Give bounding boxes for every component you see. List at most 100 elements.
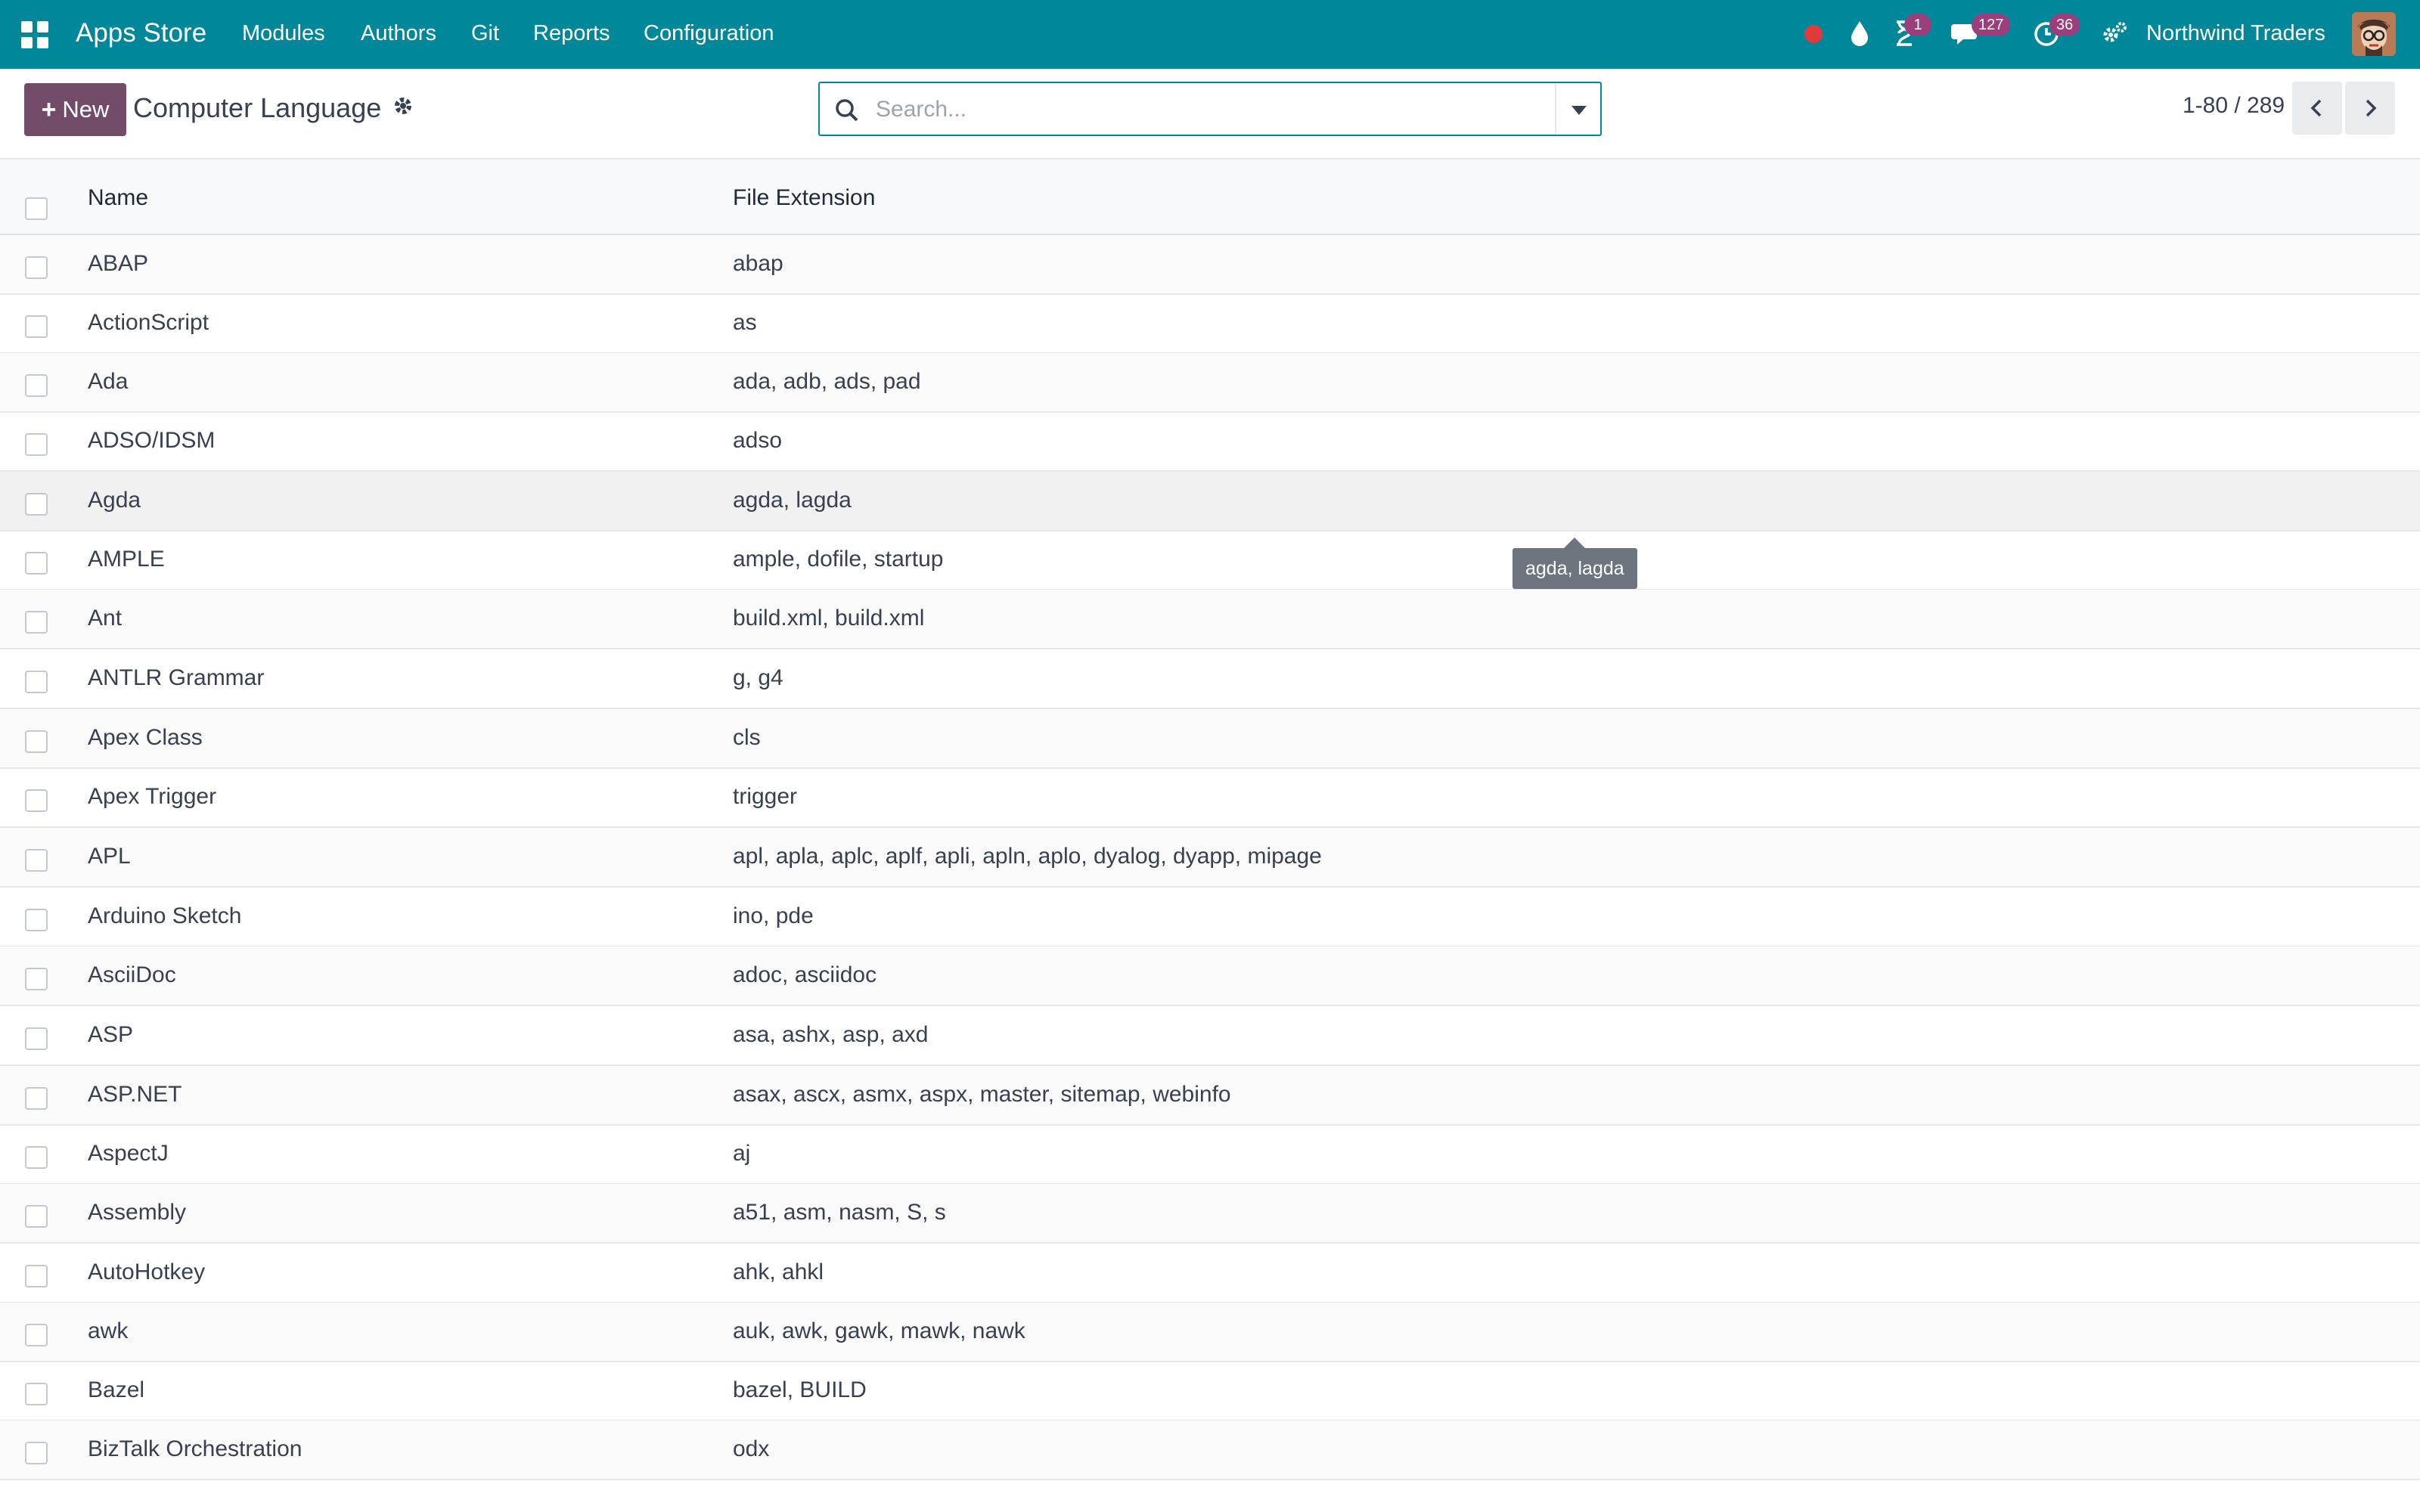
table-row[interactable]: ASP.NET asax, ascx, asmx, aspx, master, s… <box>0 1066 2420 1126</box>
gear-icon[interactable] <box>392 94 414 117</box>
menu-reports[interactable]: Reports <box>533 21 610 46</box>
cell-file-extension[interactable]: adso <box>733 428 782 454</box>
cell-name[interactable]: AsciiDoc <box>88 962 176 988</box>
table-row[interactable]: Ant build.xml, build.xml <box>0 590 2420 649</box>
row-checkbox[interactable] <box>25 849 48 872</box>
row-checkbox[interactable] <box>25 433 48 456</box>
cell-file-extension[interactable]: ada, adb, ads, pad <box>733 369 921 395</box>
cell-file-extension[interactable]: abap <box>733 251 783 277</box>
pager-previous-button[interactable] <box>2292 82 2342 135</box>
table-row[interactable]: Apex Trigger trigger <box>0 768 2420 828</box>
column-header-name[interactable]: Name <box>88 185 148 211</box>
menu-modules[interactable]: Modules <box>242 21 325 46</box>
settings-icon[interactable] <box>2100 18 2130 48</box>
table-row[interactable]: ASP asa, ashx, asp, axd <box>0 1006 2420 1066</box>
cell-name[interactable]: Ant <box>88 606 122 631</box>
cell-name[interactable]: Arduino Sketch <box>88 903 241 929</box>
cell-file-extension[interactable]: asa, ashx, asp, axd <box>733 1022 929 1048</box>
table-row[interactable]: AsciiDoc adoc, asciidoc <box>0 947 2420 1006</box>
pager-next-button[interactable] <box>2345 82 2395 135</box>
row-checkbox[interactable] <box>25 1027 48 1050</box>
table-row[interactable]: AMPLE ample, dofile, startup <box>0 531 2420 590</box>
row-checkbox[interactable] <box>25 552 48 575</box>
cell-name[interactable]: Assembly <box>88 1200 186 1225</box>
cell-name[interactable]: BizTalk Orchestration <box>88 1436 302 1462</box>
table-row[interactable]: Assembly a51, asm, nasm, S, s <box>0 1184 2420 1244</box>
cell-file-extension[interactable]: odx <box>733 1436 769 1462</box>
select-all-checkbox[interactable] <box>25 197 48 220</box>
cell-name[interactable]: Apex Trigger <box>88 784 216 810</box>
cell-file-extension[interactable]: adoc, asciidoc <box>733 962 876 988</box>
cell-file-extension[interactable]: bazel, BUILD <box>733 1377 867 1403</box>
row-checkbox[interactable] <box>25 493 48 516</box>
row-checkbox[interactable] <box>25 315 48 338</box>
row-checkbox[interactable] <box>25 968 48 990</box>
company-name[interactable]: Northwind Traders <box>2146 21 2325 46</box>
menu-git[interactable]: Git <box>471 21 499 46</box>
cell-file-extension[interactable]: ino, pde <box>733 903 814 929</box>
table-row[interactable]: ADSO/IDSM adso <box>0 412 2420 472</box>
cell-file-extension[interactable]: cls <box>733 725 761 751</box>
row-checkbox[interactable] <box>25 1205 48 1228</box>
cell-file-extension[interactable]: g, g4 <box>733 665 783 691</box>
row-checkbox[interactable] <box>25 1265 48 1287</box>
row-checkbox[interactable] <box>25 611 48 634</box>
cell-file-extension[interactable]: build.xml, build.xml <box>733 606 924 631</box>
cell-file-extension[interactable]: auk, awk, gawk, mawk, nawk <box>733 1318 1025 1344</box>
cell-name[interactable]: ActionScript <box>88 310 209 336</box>
cell-file-extension[interactable]: asax, ascx, asmx, aspx, master, sitemap,… <box>733 1082 1231 1108</box>
table-row[interactable]: Agda agda, lagda <box>0 472 2420 531</box>
cell-file-extension[interactable]: agda, lagda <box>733 488 852 513</box>
apps-grid-icon[interactable] <box>21 21 48 48</box>
cell-file-extension[interactable]: trigger <box>733 784 797 810</box>
row-checkbox[interactable] <box>25 909 48 931</box>
row-checkbox[interactable] <box>25 1383 48 1405</box>
app-title[interactable]: Apps Store <box>76 18 206 48</box>
cell-file-extension[interactable]: aj <box>733 1141 750 1167</box>
cell-file-extension[interactable]: ample, dofile, startup <box>733 547 943 572</box>
table-row[interactable]: ActionScript as <box>0 294 2420 354</box>
cell-name[interactable]: Bazel <box>88 1377 144 1403</box>
table-row[interactable]: ANTLR Grammar g, g4 <box>0 649 2420 709</box>
cell-name[interactable]: ANTLR Grammar <box>88 665 264 691</box>
cell-name[interactable]: Ada <box>88 369 128 395</box>
table-row[interactable]: BizTalk Orchestration odx <box>0 1421 2420 1480</box>
row-checkbox[interactable] <box>25 1324 48 1346</box>
menu-authors[interactable]: Authors <box>361 21 436 46</box>
drop-icon[interactable] <box>1846 18 1876 48</box>
row-checkbox[interactable] <box>25 730 48 753</box>
table-row[interactable]: Apex Class cls <box>0 709 2420 769</box>
cell-name[interactable]: AspectJ <box>88 1141 169 1167</box>
table-row[interactable]: awk auk, awk, gawk, mawk, nawk <box>0 1303 2420 1362</box>
row-checkbox[interactable] <box>25 789 48 812</box>
cell-file-extension[interactable]: a51, asm, nasm, S, s <box>733 1200 946 1225</box>
row-checkbox[interactable] <box>25 374 48 397</box>
row-checkbox[interactable] <box>25 256 48 279</box>
row-checkbox[interactable] <box>25 1087 48 1110</box>
cell-name[interactable]: APL <box>88 844 131 869</box>
cell-name[interactable]: awk <box>88 1318 128 1344</box>
table-row[interactable]: APL apl, apla, aplc, aplf, apli, apln, ap… <box>0 828 2420 888</box>
user-avatar[interactable] <box>2352 12 2396 56</box>
menu-configuration[interactable]: Configuration <box>644 21 774 46</box>
record-icon[interactable] <box>1802 23 1825 45</box>
table-row[interactable]: Arduino Sketch ino, pde <box>0 888 2420 947</box>
table-row[interactable]: Bazel bazel, BUILD <box>0 1362 2420 1421</box>
cell-name[interactable]: ASP <box>88 1022 133 1048</box>
table-row[interactable]: Ada ada, adb, ads, pad <box>0 353 2420 413</box>
row-checkbox[interactable] <box>25 1146 48 1169</box>
cell-name[interactable]: ADSO/IDSM <box>88 428 215 454</box>
row-checkbox[interactable] <box>25 671 48 693</box>
cell-name[interactable]: Agda <box>88 488 141 513</box>
table-row[interactable]: AspectJ aj <box>0 1125 2420 1185</box>
new-button[interactable]: + New <box>24 83 126 136</box>
cell-file-extension[interactable]: as <box>733 310 757 336</box>
table-row[interactable]: AutoHotkey ahk, ahkl <box>0 1244 2420 1303</box>
cell-name[interactable]: AMPLE <box>88 547 165 572</box>
row-checkbox[interactable] <box>25 1442 48 1464</box>
search-options-toggle[interactable] <box>1555 83 1600 135</box>
cell-name[interactable]: AutoHotkey <box>88 1259 205 1285</box>
cell-name[interactable]: Apex Class <box>88 725 203 751</box>
table-row[interactable]: ABAP abap <box>0 235 2420 295</box>
cell-file-extension[interactable]: ahk, ahkl <box>733 1259 824 1285</box>
